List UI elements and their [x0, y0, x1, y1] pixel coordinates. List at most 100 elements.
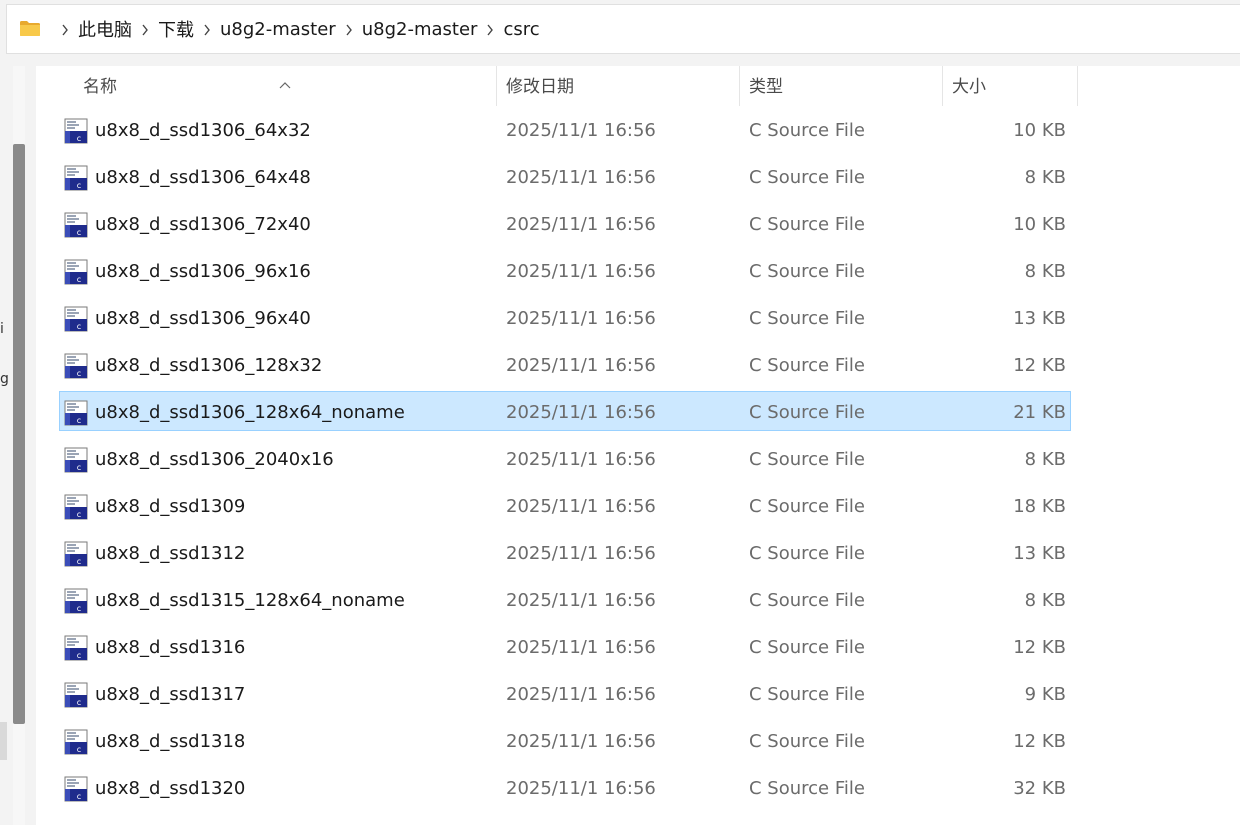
file-size: 8 KB [1024, 167, 1066, 188]
file-row[interactable]: c u8x8_d_ssd1306_64x48 2025/11/1 16:56 C So… [36, 154, 1078, 201]
breadcrumb-item[interactable]: csrc [503, 19, 539, 40]
column-header-name-label: 名称 [83, 77, 117, 97]
breadcrumb-item[interactable]: 下载 [158, 16, 194, 42]
c-source-file-icon: c [64, 447, 88, 473]
file-date: 2025/11/1 16:56 [506, 167, 656, 188]
c-source-file-icon: c [64, 353, 88, 379]
column-header-name[interactable]: 名称 [36, 66, 497, 106]
c-source-file-icon: c [64, 776, 88, 802]
file-row[interactable]: c u8x8_d_ssd1316 2025/11/1 16:56 C Source F… [36, 624, 1078, 671]
c-source-file-icon: c [64, 400, 88, 426]
chevron-right-icon[interactable] [477, 20, 503, 38]
file-date: 2025/11/1 16:56 [506, 684, 656, 705]
c-source-file-icon: c [64, 118, 88, 144]
chevron-right-icon[interactable] [194, 20, 220, 38]
file-type: C Source File [749, 402, 865, 423]
file-type: C Source File [749, 778, 865, 799]
file-name: u8x8_d_ssd1306_128x32 [95, 355, 323, 376]
file-rows: c u8x8_d_ssd1306_64x32 2025/11/1 16:56 C So… [36, 107, 1078, 812]
c-source-file-icon: c [64, 306, 88, 332]
column-header-type-label: 类型 [749, 77, 783, 97]
file-type: C Source File [749, 308, 865, 329]
file-date: 2025/11/1 16:56 [506, 120, 656, 141]
nav-item-fragment[interactable]: i [0, 321, 4, 337]
file-name: u8x8_d_ssd1317 [95, 684, 246, 705]
file-size: 32 KB [1013, 778, 1066, 799]
file-date: 2025/11/1 16:56 [506, 355, 656, 376]
file-name: u8x8_d_ssd1306_64x32 [95, 120, 311, 141]
nav-item-fragment[interactable]: g [0, 371, 9, 387]
file-size: 13 KB [1013, 543, 1066, 564]
file-type: C Source File [749, 590, 865, 611]
file-row[interactable]: c u8x8_d_ssd1309 2025/11/1 16:56 C Source F… [36, 483, 1078, 530]
svg-text:c: c [77, 745, 81, 754]
file-name: u8x8_d_ssd1316 [95, 637, 246, 658]
c-source-file-icon: c [64, 588, 88, 614]
column-header-size[interactable]: 大小 [943, 66, 1078, 106]
nav-item-highlight [0, 722, 7, 760]
breadcrumb: 此电脑 下载 u8g2-master u8g2-master csrc [52, 5, 540, 53]
c-source-file-icon: c [64, 729, 88, 755]
column-header-type[interactable]: 类型 [740, 66, 943, 106]
c-source-file-icon: c [64, 259, 88, 285]
file-row[interactable]: c u8x8_d_ssd1318 2025/11/1 16:56 C Source F… [36, 718, 1078, 765]
svg-text:c: c [77, 604, 81, 613]
file-type: C Source File [749, 355, 865, 376]
file-size: 12 KB [1013, 731, 1066, 752]
file-type: C Source File [749, 449, 865, 470]
svg-text:c: c [77, 463, 81, 472]
file-name: u8x8_d_ssd1306_128x64_noname [95, 402, 405, 423]
file-size: 21 KB [1013, 402, 1066, 423]
file-row[interactable]: c u8x8_d_ssd1312 2025/11/1 16:56 C Source F… [36, 530, 1078, 577]
file-list-view[interactable]: 名称 修改日期 类型 大小 c u8x8_d_ssd1306_64x32 2025/… [36, 66, 1240, 825]
file-date: 2025/11/1 16:56 [506, 543, 656, 564]
file-row[interactable]: c u8x8_d_ssd1306_128x64_noname 2025/11/1 1… [36, 389, 1078, 436]
file-name: u8x8_d_ssd1306_96x16 [95, 261, 311, 282]
file-row[interactable]: c u8x8_d_ssd1306_64x32 2025/11/1 16:56 C So… [36, 107, 1078, 154]
file-type: C Source File [749, 684, 865, 705]
svg-text:c: c [77, 134, 81, 143]
navigation-pane[interactable]: i g [0, 66, 36, 825]
c-source-file-icon: c [64, 635, 88, 661]
file-size: 12 KB [1013, 637, 1066, 658]
file-row[interactable]: c u8x8_d_ssd1306_2040x16 2025/11/1 16:56 C … [36, 436, 1078, 483]
file-row[interactable]: c u8x8_d_ssd1306_96x16 2025/11/1 16:56 C So… [36, 248, 1078, 295]
file-type: C Source File [749, 543, 865, 564]
file-name: u8x8_d_ssd1318 [95, 731, 246, 752]
svg-text:c: c [77, 181, 81, 190]
address-bar[interactable]: 此电脑 下载 u8g2-master u8g2-master csrc [6, 4, 1240, 54]
file-size: 18 KB [1013, 496, 1066, 517]
file-size: 8 KB [1024, 261, 1066, 282]
chevron-right-icon[interactable] [336, 20, 362, 38]
chevron-right-icon[interactable] [52, 20, 78, 38]
svg-text:c: c [77, 792, 81, 801]
file-size: 8 KB [1024, 449, 1066, 470]
svg-text:c: c [77, 228, 81, 237]
file-type: C Source File [749, 214, 865, 235]
file-row[interactable]: c u8x8_d_ssd1320 2025/11/1 16:56 C Source F… [36, 765, 1078, 812]
breadcrumb-item[interactable]: u8g2-master [362, 19, 478, 40]
file-size: 9 KB [1024, 684, 1066, 705]
file-date: 2025/11/1 16:56 [506, 449, 656, 470]
file-date: 2025/11/1 16:56 [506, 496, 656, 517]
file-name: u8x8_d_ssd1312 [95, 543, 246, 564]
file-row[interactable]: c u8x8_d_ssd1306_128x32 2025/11/1 16:56 C S… [36, 342, 1078, 389]
svg-text:c: c [77, 557, 81, 566]
column-header-date-label: 修改日期 [506, 77, 574, 97]
file-row[interactable]: c u8x8_d_ssd1306_96x40 2025/11/1 16:56 C So… [36, 295, 1078, 342]
file-type: C Source File [749, 120, 865, 141]
file-type: C Source File [749, 167, 865, 188]
breadcrumb-item[interactable]: 此电脑 [78, 16, 132, 42]
svg-text:c: c [77, 416, 81, 425]
chevron-right-icon[interactable] [132, 20, 158, 38]
file-row[interactable]: c u8x8_d_ssd1315_128x64_noname 2025/11/1 1… [36, 577, 1078, 624]
file-name: u8x8_d_ssd1306_96x40 [95, 308, 311, 329]
column-header-row: 名称 修改日期 类型 大小 [36, 66, 1078, 106]
file-row[interactable]: c u8x8_d_ssd1317 2025/11/1 16:56 C Source F… [36, 671, 1078, 718]
column-header-date[interactable]: 修改日期 [497, 66, 740, 106]
file-row[interactable]: c u8x8_d_ssd1306_72x40 2025/11/1 16:56 C So… [36, 201, 1078, 248]
breadcrumb-item[interactable]: u8g2-master [220, 19, 336, 40]
svg-text:c: c [77, 369, 81, 378]
nav-scrollbar-thumb[interactable] [13, 144, 25, 724]
svg-text:c: c [77, 275, 81, 284]
